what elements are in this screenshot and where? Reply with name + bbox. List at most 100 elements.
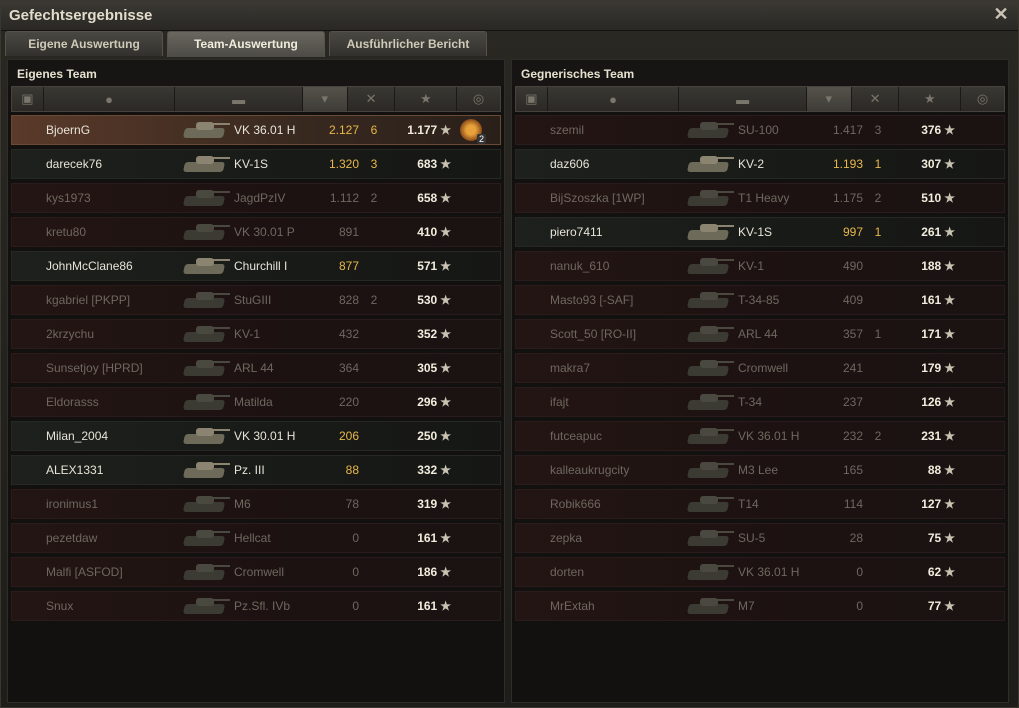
player-row[interactable]: nanuk_610 KV-1 490 188 ★ [515, 251, 1005, 281]
player-row[interactable]: pezetdaw Hellcat 0 161 ★ [11, 523, 501, 553]
star-icon: ★ [944, 395, 955, 409]
kills-value: 2 [370, 293, 378, 307]
player-row[interactable]: zepka SU-5 28 75 ★ [515, 523, 1005, 553]
tank-thumbnail-icon [682, 151, 736, 177]
tank-thumbnail-icon [682, 355, 736, 381]
xp-cell: 530 ★ [389, 293, 451, 307]
star-icon: ★ [440, 259, 451, 273]
platoon-icon[interactable]: ▣ [516, 87, 548, 111]
player-row[interactable]: Scott_50 [RO-II] ARL 44 357 1 171 ★ [515, 319, 1005, 349]
player-row[interactable]: Masto93 [-SAF] T-34-85 409 161 ★ [515, 285, 1005, 315]
damage-value: 357 [842, 327, 863, 341]
player-row[interactable]: BjoernG VK 36.01 H 2.127 6 1.177 ★ 2 [11, 115, 501, 145]
player-row[interactable]: kalleaukrugcity M3 Lee 165 88 ★ [515, 455, 1005, 485]
medal-icon[interactable]: ◎ [457, 87, 500, 111]
player-name: Malfi [ASFOD] [46, 565, 123, 579]
player-name: JohnMcClane86 [46, 259, 133, 273]
tank-name: KV-1 [234, 327, 261, 341]
tank-name: M6 [234, 497, 251, 511]
player-name: 2krzychu [46, 327, 95, 341]
star-icon: ★ [944, 429, 955, 443]
tab-detailed-report[interactable]: Ausführlicher Bericht [329, 31, 487, 56]
player-row[interactable]: Robik666 T14 114 127 ★ [515, 489, 1005, 519]
player-row[interactable]: MrExtah M7 0 77 ★ [515, 591, 1005, 621]
tank-thumbnail-icon [682, 185, 736, 211]
tab-own-evaluation[interactable]: Eigene Auswertung [5, 31, 163, 56]
player-row[interactable]: darecek76 KV-1S 1.320 3 683 ★ [11, 149, 501, 179]
xp-value: 179 [921, 361, 942, 375]
tank-name: T1 Heavy [738, 191, 790, 205]
damage-value: 0 [352, 599, 359, 613]
player-row[interactable]: kgabriel [PKPP] StuGIII 828 2 530 ★ [11, 285, 501, 315]
tank-thumbnail-icon [682, 117, 736, 143]
player-row[interactable]: ifajt T-34 237 126 ★ [515, 387, 1005, 417]
tank-name: ARL 44 [738, 327, 778, 341]
player-name: Robik666 [550, 497, 601, 511]
player-row[interactable]: ALEX1331 Pz. III 88 332 ★ [11, 455, 501, 485]
xp-cell: 332 ★ [389, 463, 451, 477]
tank-icon[interactable]: ▬ [175, 87, 303, 111]
titlebar: Gefechtsergebnisse ✕ [1, 1, 1018, 31]
damage-sort-icon[interactable]: ▾ [806, 87, 852, 111]
damage-value: 1.112 [329, 191, 359, 205]
player-name: pezetdaw [46, 531, 98, 545]
player-row[interactable]: kretu80 VK 30.01 P 891 410 ★ [11, 217, 501, 247]
star-icon: ★ [440, 395, 451, 409]
xp-cell: 126 ★ [893, 395, 955, 409]
player-row[interactable]: kys1973 JagdPzIV 1.112 2 658 ★ [11, 183, 501, 213]
player-row[interactable]: Snux Pz.Sfl. IVb 0 161 ★ [11, 591, 501, 621]
kills-value: 2 [370, 191, 378, 205]
close-icon[interactable]: ✕ [992, 5, 1010, 23]
xp-value: 352 [417, 327, 438, 341]
tank-name: Cromwell [234, 565, 285, 579]
medal-icon[interactable]: ◎ [961, 87, 1004, 111]
xp-cell: 231 ★ [893, 429, 955, 443]
player-row[interactable]: piero7411 KV-1S 997 1 261 ★ [515, 217, 1005, 247]
xp-star-icon[interactable]: ★ [899, 87, 962, 111]
player-row[interactable]: daz606 KV-2 1.193 1 307 ★ [515, 149, 1005, 179]
player-name: darecek76 [46, 157, 103, 171]
player-icon[interactable]: ● [548, 87, 680, 111]
damage-sort-icon[interactable]: ▾ [302, 87, 348, 111]
tab-team-evaluation[interactable]: Team-Auswertung [167, 31, 325, 57]
tank-thumbnail-icon [178, 389, 232, 415]
tank-name: T-34-85 [738, 293, 780, 307]
medal-icon[interactable]: 2 [460, 119, 486, 144]
tank-name: VK 30.01 H [234, 429, 296, 443]
tank-name: T-34 [738, 395, 763, 409]
tank-thumbnail-icon [178, 287, 232, 313]
star-icon: ★ [440, 429, 451, 443]
player-name: ALEX1331 [46, 463, 104, 477]
star-icon: ★ [440, 361, 451, 375]
player-row[interactable]: Sunsetjoy [HPRD] ARL 44 364 305 ★ [11, 353, 501, 383]
player-row[interactable]: futceapuc VK 36.01 H 232 2 231 ★ [515, 421, 1005, 451]
player-row[interactable]: makra7 Cromwell 241 179 ★ [515, 353, 1005, 383]
player-icon[interactable]: ● [44, 87, 176, 111]
tank-thumbnail-icon [682, 253, 736, 279]
tank-thumbnail-icon [178, 185, 232, 211]
player-name: dorten [550, 565, 585, 579]
tank-name: VK 30.01 P [234, 225, 295, 239]
xp-value: 231 [921, 429, 942, 443]
player-row[interactable]: BijSzoszka [1WP] T1 Heavy 1.175 2 510 ★ [515, 183, 1005, 213]
platoon-icon[interactable]: ▣ [12, 87, 44, 111]
kills-icon[interactable]: ✕ [852, 87, 900, 111]
player-row[interactable]: dorten VK 36.01 H 0 62 ★ [515, 557, 1005, 587]
player-row[interactable]: Milan_2004 VK 30.01 H 206 250 ★ [11, 421, 501, 451]
kills-icon[interactable]: ✕ [348, 87, 396, 111]
xp-star-icon[interactable]: ★ [395, 87, 458, 111]
player-row[interactable]: ironimus1 M6 78 319 ★ [11, 489, 501, 519]
player-row[interactable]: Eldorasss Matilda 220 296 ★ [11, 387, 501, 417]
tank-thumbnail-icon [682, 287, 736, 313]
player-row[interactable]: szemil SU-100 1.417 3 376 ★ [515, 115, 1005, 145]
xp-value: 186 [417, 565, 438, 579]
player-row[interactable]: 2krzychu KV-1 432 352 ★ [11, 319, 501, 349]
xp-cell: 319 ★ [389, 497, 451, 511]
player-row[interactable]: JohnMcClane86 Churchill I 877 571 ★ [11, 251, 501, 281]
damage-value: 877 [338, 259, 359, 273]
tank-icon[interactable]: ▬ [679, 87, 807, 111]
player-row[interactable]: Malfi [ASFOD] Cromwell 0 186 ★ [11, 557, 501, 587]
xp-value: 658 [417, 191, 438, 205]
star-icon: ★ [440, 531, 451, 545]
tank-thumbnail-icon [682, 457, 736, 483]
